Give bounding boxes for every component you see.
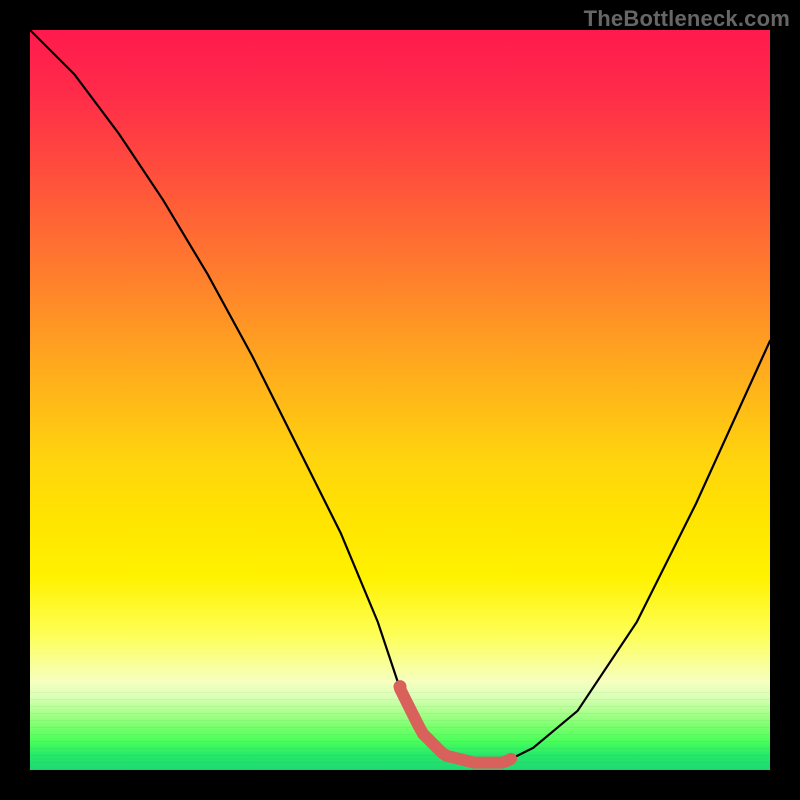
gradient-background <box>30 30 770 770</box>
chart-frame: TheBottleneck.com <box>0 0 800 800</box>
plot-area <box>30 30 770 770</box>
watermark-text: TheBottleneck.com <box>584 6 790 32</box>
